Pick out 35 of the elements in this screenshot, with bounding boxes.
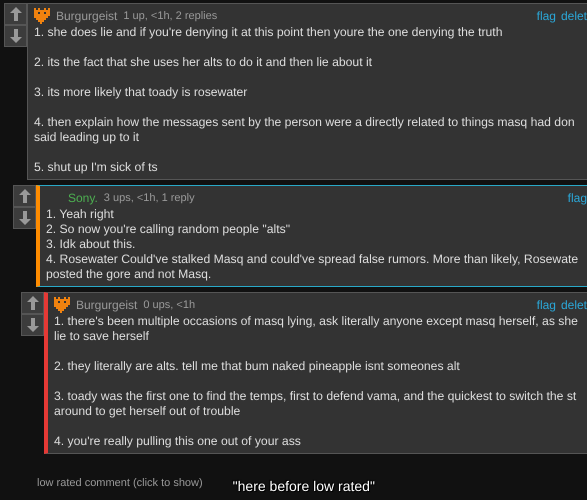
downvote-button[interactable] [4,25,27,47]
comment-paragraph: 4. you're really pulling this one out of your ass [54,434,302,449]
down-arrow-icon [26,318,38,332]
up-arrow-icon [18,189,30,203]
low-rated-link[interactable]: low rated comment (click to show) [37,477,203,489]
action-link[interactable]: flag [536,298,556,312]
downvote-button[interactable] [21,314,44,336]
downvote-button[interactable] [13,207,36,229]
username-link[interactable]: Sony. [68,190,98,206]
comment-paragraph: 1. there's been multiple occasions of masq lying, ask literally anyone except masq herself, as she lie to save herself [54,314,579,344]
comment-meta: 0 ups, <1h [143,298,196,312]
comment-meta: 1 up, <1h, 2 replies [123,8,218,24]
action-link[interactable]: flag [568,190,587,206]
comment-paragraph: 2. they literally are alts. tell me that bum naked pineapple isnt someones alt [54,359,461,374]
caption-text: "here before low rated" [232,478,375,494]
comment-paragraph: 4. then explain how the messages sent by the person were a directly related to things masq had don said leading up to it [34,115,576,145]
comment-paragraph: 1. Yeah right 2. So now you're calling random people "alts" 3. Idk about this. 4. Rosewater Could've stalked Masq and could've spread false rumors. More than likely, Rosewate posted the gore and not Masq. [46,207,580,282]
upvote-button[interactable] [4,3,27,25]
comment-paragraph: 3. toady was the first one to find the temps, first to defend vama, and the quickest to switch the st around to get herself out of trouble [54,389,578,419]
comment-paragraph: 3. its more likely that toady is rosewater [34,85,248,100]
down-arrow-icon [10,29,22,43]
action-link[interactable]: flag [536,8,556,24]
comment-paragraph: 1. she does lie and if you're denying it at this point then youre the one denying the truth [34,25,504,40]
comment-paragraph: 5. shut up I'm sick of ts [34,160,159,175]
down-arrow-icon [18,211,30,225]
up-arrow-icon [10,7,22,21]
upvote-button[interactable] [13,185,36,207]
action-link[interactable]: delet [560,298,587,312]
username-link[interactable]: Burgurgeist [56,8,118,24]
upvote-button[interactable] [21,292,44,314]
action-link[interactable]: delet [560,8,587,24]
comment-paragraph: 2. its the fact that she uses her alts to do it and then lie about it [34,55,374,70]
up-arrow-icon [26,296,38,310]
comment-meta: 3 ups, <1h, 1 reply [104,190,195,206]
username-link[interactable]: Burgurgeist [76,298,138,312]
